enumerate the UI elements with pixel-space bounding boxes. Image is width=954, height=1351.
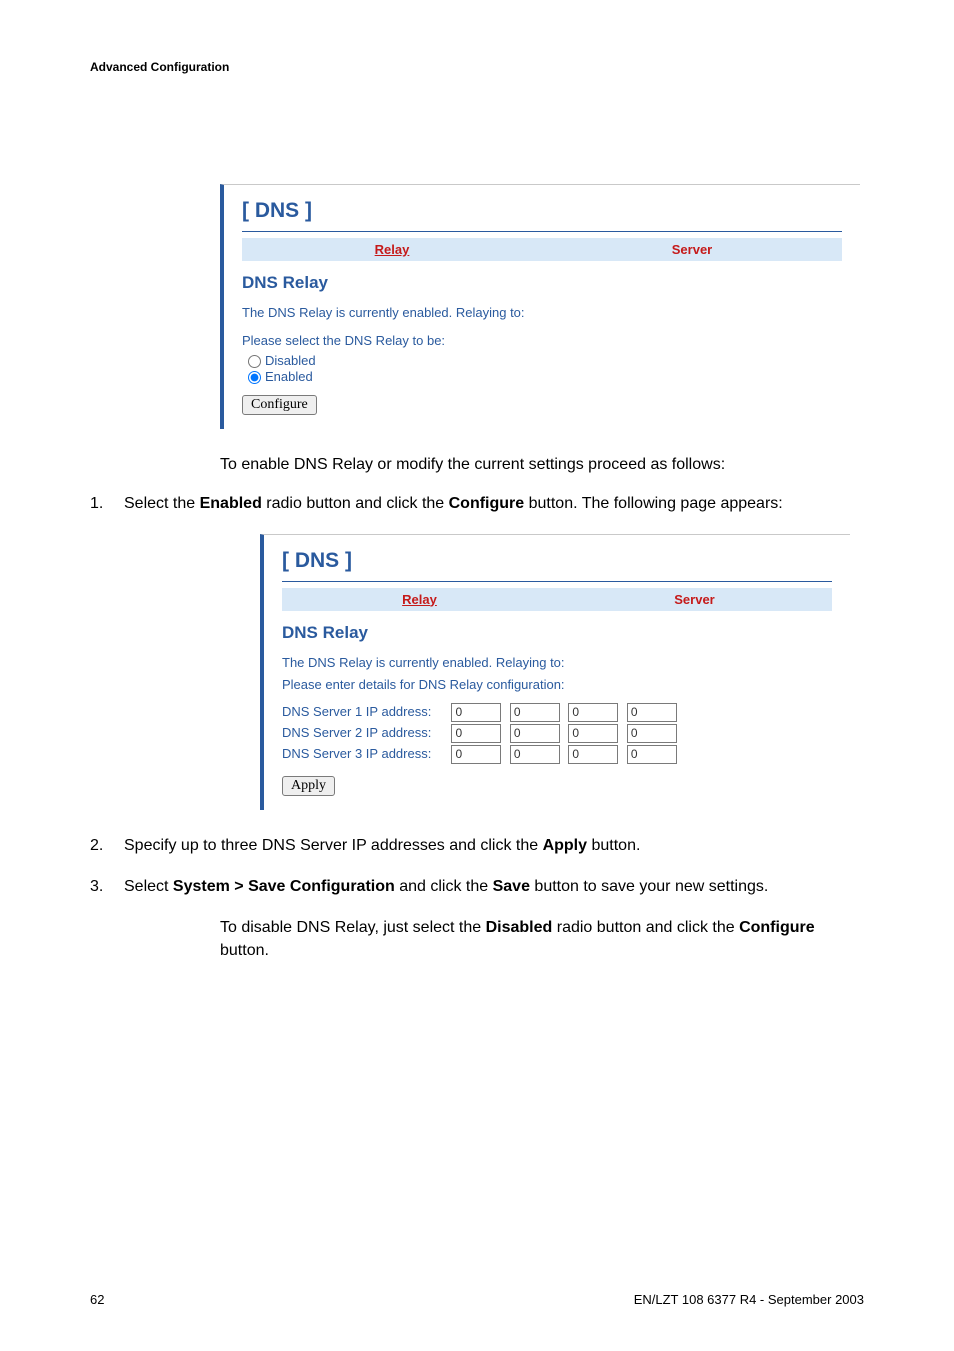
tab-relay[interactable]: Relay [282,588,557,611]
dns2-octet3[interactable] [568,724,618,743]
tabs: Relay Server [282,588,832,611]
page-number: 62 [90,1292,104,1307]
dns1-octet3[interactable] [568,703,618,722]
dns-server-1-row: DNS Server 1 IP address: [282,703,832,722]
dns-panel-relay-select: [ DNS ] Relay Server DNS Relay The DNS R… [220,184,860,429]
step-text: Select the [124,495,200,512]
radio-disabled[interactable] [248,355,261,368]
radio-enabled-row[interactable]: Enabled [248,369,842,384]
step-text: Specify up to three DNS Server IP addres… [124,837,543,854]
step-text: Select [124,878,173,895]
radio-enabled[interactable] [248,371,261,384]
dns2-octet1[interactable] [451,724,501,743]
apply-button[interactable]: Apply [282,776,335,796]
radio-enabled-label: Enabled [265,369,313,384]
step-text: button. The following page appears: [524,495,783,512]
status-text: The DNS Relay is currently enabled. Rela… [282,653,832,673]
step-3: 3. Select System > Save Configuration an… [90,875,864,898]
radio-disabled-label: Disabled [265,353,316,368]
tab-relay-label[interactable]: Relay [375,242,410,257]
tab-relay-label[interactable]: Relay [402,592,437,607]
page-header: Advanced Configuration [90,60,864,74]
step-text: button to save your new settings. [530,878,768,895]
panel-title: [ DNS ] [242,199,842,223]
intro-text: To enable DNS Relay or modify the curren… [220,453,864,476]
tabs: Relay Server [242,238,842,261]
step-number: 2. [90,834,103,857]
step-text: radio button and click the [262,495,449,512]
dns3-octet4[interactable] [627,745,677,764]
dns3-octet3[interactable] [568,745,618,764]
configure-button[interactable]: Configure [242,395,317,415]
dns-server-2-label: DNS Server 2 IP address: [282,725,447,740]
step-bold: Enabled [200,495,262,512]
tab-server[interactable]: Server [542,238,842,261]
dns-server-2-row: DNS Server 2 IP address: [282,724,832,743]
text-bold: Disabled [486,919,553,936]
dns1-octet4[interactable] [627,703,677,722]
step-number: 1. [90,492,103,515]
radio-disabled-row[interactable]: Disabled [248,353,842,368]
step-2: 2. Specify up to three DNS Server IP add… [90,834,864,857]
dns2-octet4[interactable] [627,724,677,743]
dns-panel-relay-config: [ DNS ] Relay Server DNS Relay The DNS R… [260,534,850,810]
step-text: button. [587,837,640,854]
step-bold: Apply [543,837,587,854]
step-text: and click the [395,878,493,895]
prompt-text: Please select the DNS Relay to be: [242,331,842,351]
dns1-octet2[interactable] [510,703,560,722]
step-bold: Save [493,878,530,895]
dns3-octet2[interactable] [510,745,560,764]
step-bold: Configure [449,495,525,512]
divider [282,581,832,582]
text: radio button and click the [552,919,739,936]
section-title: DNS Relay [282,623,832,643]
step-1: 1. Select the Enabled radio button and c… [90,492,864,515]
status-text: The DNS Relay is currently enabled. Rela… [242,303,842,323]
section-title: DNS Relay [242,273,842,293]
doc-id: EN/LZT 108 6377 R4 - September 2003 [634,1292,864,1307]
closing-text: To disable DNS Relay, just select the Di… [220,916,864,962]
dns2-octet2[interactable] [510,724,560,743]
page-footer: 62 EN/LZT 108 6377 R4 - September 2003 [90,1292,864,1307]
step-bold: System > Save Configuration [173,878,395,895]
tab-relay[interactable]: Relay [242,238,542,261]
dns-server-3-row: DNS Server 3 IP address: [282,745,832,764]
dns3-octet1[interactable] [451,745,501,764]
divider [242,231,842,232]
prompt-text: Please enter details for DNS Relay confi… [282,675,832,695]
text: button. [220,942,269,959]
step-number: 3. [90,875,103,898]
dns-server-1-label: DNS Server 1 IP address: [282,704,447,719]
dns1-octet1[interactable] [451,703,501,722]
dns-server-3-label: DNS Server 3 IP address: [282,746,447,761]
text: To disable DNS Relay, just select the [220,919,486,936]
panel-title: [ DNS ] [282,549,832,573]
tab-server[interactable]: Server [557,588,832,611]
text-bold: Configure [739,919,815,936]
